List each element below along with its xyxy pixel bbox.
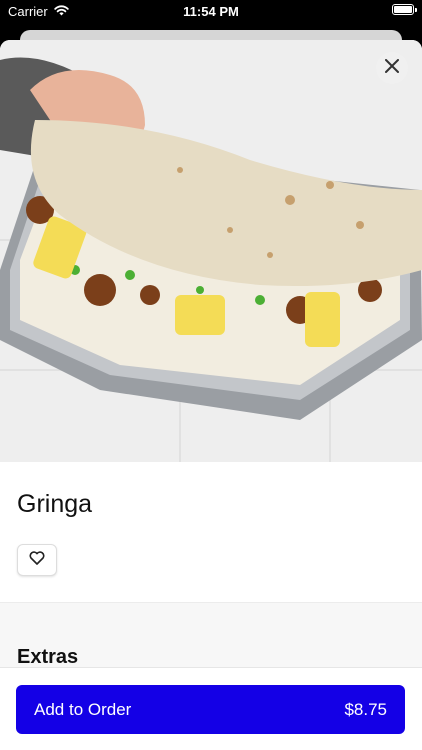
extras-heading: Extras <box>17 646 79 668</box>
order-price: $8.75 <box>344 699 387 719</box>
favorite-button[interactable] <box>17 544 57 576</box>
item-photo <box>0 40 422 462</box>
add-to-order-button[interactable]: Add to Order $8.75 <box>16 685 405 734</box>
heart-icon <box>29 550 45 570</box>
order-footer: Add to Order $8.75 <box>0 667 422 750</box>
taco-image <box>0 40 422 462</box>
status-time: 11:54 PM <box>183 4 239 19</box>
item-sheet: Gringa Extras Add to Order $8.75 <box>0 40 422 750</box>
close-button[interactable] <box>376 52 408 84</box>
status-bar: Carrier 11:54 PM <box>0 0 422 22</box>
close-icon <box>385 58 399 78</box>
item-title: Gringa <box>17 490 93 518</box>
add-to-order-label: Add to Order <box>34 699 132 719</box>
battery-icon <box>392 4 417 15</box>
